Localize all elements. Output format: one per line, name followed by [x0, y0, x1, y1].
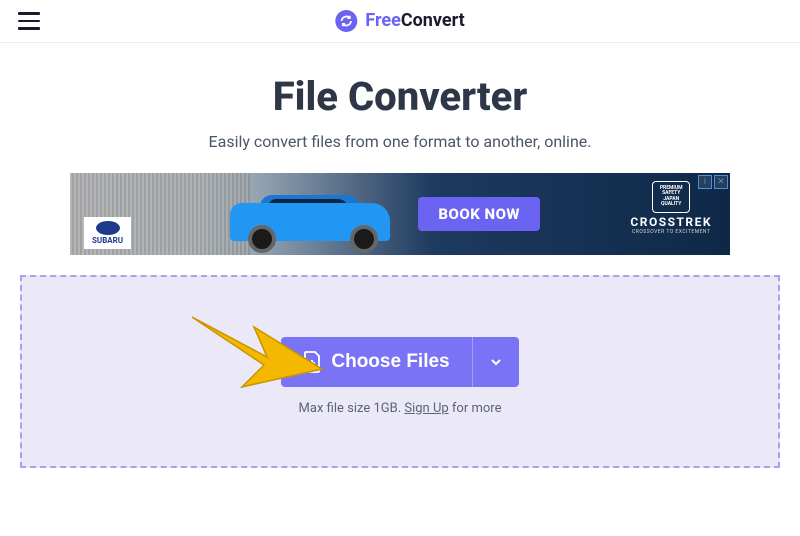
ad-branding: PREMIUMSAFETY JAPANQUALITY CROSSTREK CRO… — [630, 181, 712, 235]
arrow-annotation-icon — [182, 307, 332, 397]
ad-info-icon[interactable]: i — [698, 175, 712, 189]
choose-files-dropdown[interactable] — [472, 337, 519, 387]
brand-name: FreeConvert — [365, 10, 464, 31]
file-size-info: Max file size 1GB. Sign Up for more — [42, 401, 758, 416]
advertisement-banner[interactable]: SUBARU BOOK NOW PREMIUMSAFETY JAPANQUALI… — [70, 173, 730, 255]
chevron-down-icon — [489, 355, 503, 369]
book-now-button[interactable]: BOOK NOW — [418, 197, 540, 231]
subaru-badge: SUBARU — [84, 217, 131, 249]
brand-logo[interactable]: FreeConvert — [335, 10, 464, 32]
sign-up-link[interactable]: Sign Up — [404, 401, 448, 416]
hamburger-menu-icon[interactable] — [18, 12, 40, 30]
file-dropzone[interactable]: Choose Files Max file size 1GB. Sign Up … — [20, 275, 780, 468]
page-subtitle: Easily convert files from one format to … — [20, 132, 780, 151]
car-image — [210, 183, 410, 253]
header: FreeConvert — [0, 0, 800, 43]
page-title: File Converter — [20, 73, 780, 120]
convert-icon — [335, 10, 357, 32]
main-content: File Converter Easily convert files from… — [0, 43, 800, 468]
ad-close-icon[interactable]: ✕ — [714, 175, 728, 189]
